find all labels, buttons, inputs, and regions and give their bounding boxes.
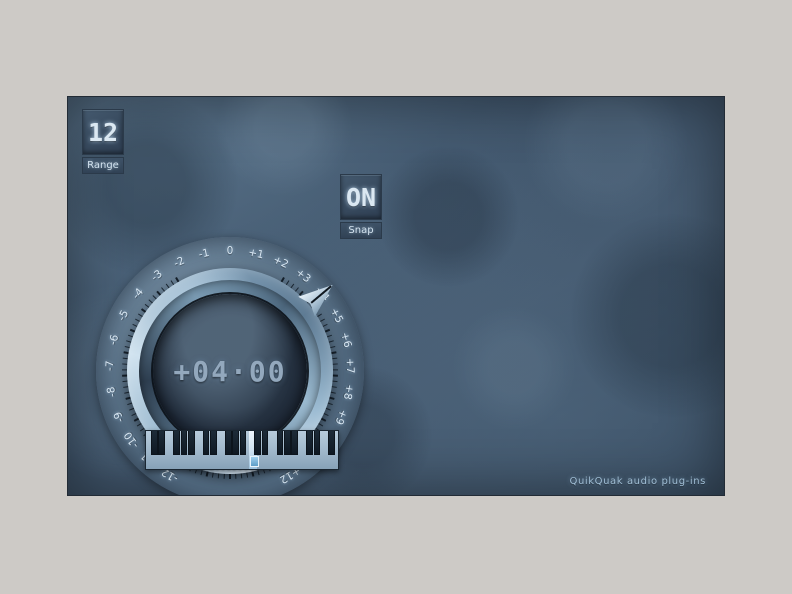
scale-number: +3 [293, 266, 313, 286]
range-label: Range [82, 157, 124, 174]
scale-number: -8 [105, 385, 119, 399]
piano-black-key[interactable] [306, 431, 313, 455]
scale-number: +4 [312, 284, 332, 304]
scale-number: -5 [115, 308, 132, 324]
origin-key-marker [249, 456, 259, 467]
piano-black-key[interactable] [291, 431, 298, 455]
piano-black-key[interactable] [239, 431, 247, 455]
origin-keyboard[interactable] [145, 430, 339, 470]
scale-number: -4 [130, 285, 147, 302]
piano-black-key[interactable] [254, 431, 262, 455]
left-snap-toggle[interactable]: ON Snap [340, 174, 382, 239]
scale-number: -10 [121, 429, 142, 451]
scale-number: +2 [271, 253, 291, 271]
scale-number: +1 [247, 246, 265, 262]
range-value-screen: 12 [82, 109, 124, 155]
left-snap-value: ON [345, 182, 377, 212]
piano-black-key[interactable] [151, 431, 158, 455]
range-value: 12 [87, 117, 119, 147]
scale-number: 0 [226, 245, 234, 257]
piano-black-key[interactable] [173, 431, 180, 455]
left-snap-screen: ON [340, 174, 382, 220]
piano-black-key[interactable] [188, 431, 195, 455]
plugin-window: 12 Range ON Snap -12-11-10-9-8-7-6-5-4-3… [68, 97, 724, 495]
piano-black-key[interactable] [284, 431, 291, 455]
piano-black-key[interactable] [328, 431, 335, 455]
brand-text: QuikQuak audio plug-ins [569, 476, 706, 487]
piano-black-key[interactable] [202, 431, 210, 455]
piano-black-key[interactable] [158, 431, 166, 455]
piano-black-key[interactable] [276, 431, 284, 455]
piano-black-key[interactable] [224, 431, 232, 455]
piano-black-key[interactable] [232, 431, 239, 455]
scale-number: -6 [106, 333, 122, 347]
scale-number: +8 [340, 383, 356, 401]
piano-black-key[interactable] [261, 431, 269, 455]
piano-black-key[interactable] [180, 431, 188, 455]
scale-number: -2 [171, 254, 187, 270]
scale-number: +7 [343, 357, 357, 374]
scale-number: -3 [149, 267, 165, 284]
pitchwheel-readout: +04·00 [173, 354, 287, 388]
range-display[interactable]: 12 Range [82, 109, 124, 174]
scale-number: +6 [338, 330, 354, 349]
piano-black-key[interactable] [313, 431, 321, 455]
pitchwheel-readout-face: +04·00 [153, 294, 307, 448]
scale-number: +9 [332, 407, 350, 427]
piano-black-key[interactable] [210, 431, 217, 455]
scale-number: -7 [103, 360, 117, 372]
scale-number: -1 [197, 246, 211, 261]
scale-number: -9 [111, 409, 127, 425]
scale-number: +5 [327, 305, 346, 326]
